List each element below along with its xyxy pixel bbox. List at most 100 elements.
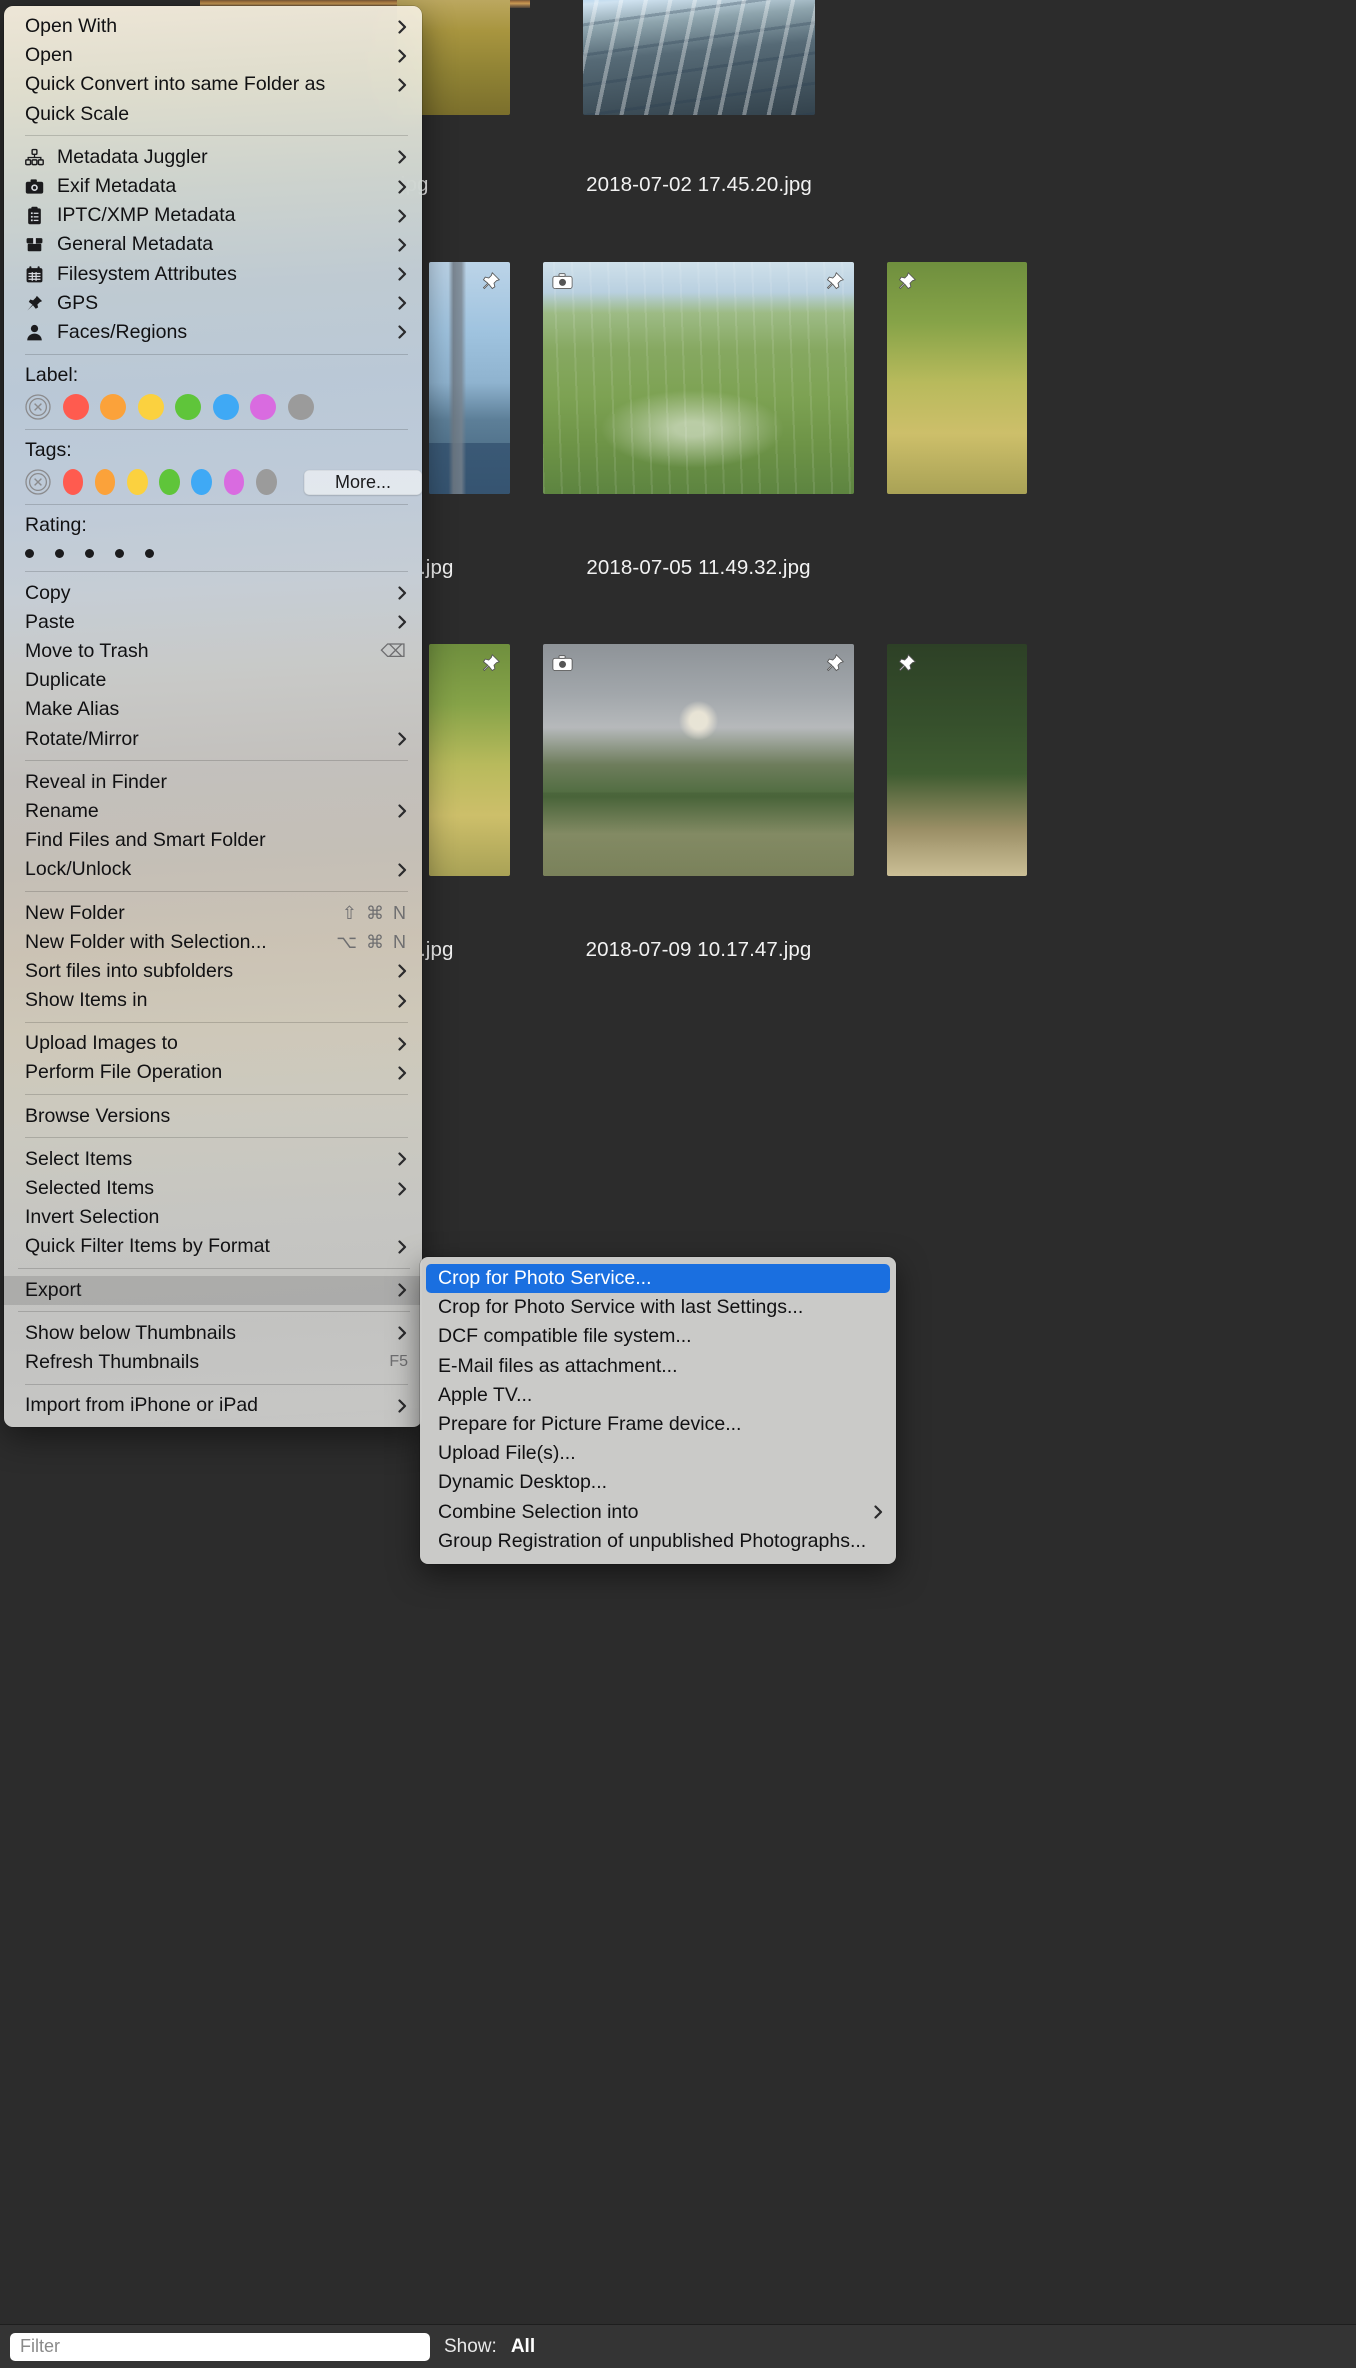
label-swatch-none[interactable] [25,394,51,420]
tags-swatch-gray[interactable] [255,469,277,496]
show-value[interactable]: All [511,2336,535,2358]
menu-item-quick-filter-items-by-format[interactable]: Quick Filter Items by Format [4,1232,422,1261]
menu-item-faces-regions[interactable]: Faces/Regions [4,318,422,347]
rating-dot-2[interactable] [55,549,64,559]
rating-dot-5[interactable] [145,549,154,559]
menu-item-upload-images-to[interactable]: Upload Images to [4,1029,422,1058]
menu-item-perform-file-operation[interactable]: Perform File Operation [4,1058,422,1087]
rating-dot-1[interactable] [25,549,34,559]
menu-item-filesystem-attributes[interactable]: Filesystem Attributes [4,260,422,289]
submenu-item-dynamic-desktop[interactable]: Dynamic Desktop... [420,1468,896,1497]
menu-item-move-to-trash[interactable]: Move to Trash ⌫ [4,637,422,666]
submenu-item-combine-selection-into[interactable]: Combine Selection into [420,1498,896,1527]
menu-item-label: Selected Items [25,1177,154,1200]
menu-item-new-folder[interactable]: New Folder ⇧ ⌘ N [4,898,422,927]
submenu-item-prepare-for-picture-frame-device[interactable]: Prepare for Picture Frame device... [420,1410,896,1439]
thumbnail-image[interactable] [429,262,510,494]
label-swatch-row[interactable] [25,394,422,421]
rating-dots[interactable] [4,549,422,559]
label-swatch-red[interactable] [62,394,89,421]
thumbnail-image[interactable] [887,644,1027,876]
rating-dot-3[interactable] [85,549,94,559]
menu-item-paste[interactable]: Paste [4,608,422,637]
menu-item-rotate-mirror[interactable]: Rotate/Mirror [4,725,422,754]
menu-item-label: Rename [25,799,99,822]
submenu-item-apple-tv[interactable]: Apple TV... [420,1381,896,1410]
photo-cell[interactable] [429,644,510,876]
menu-item-export[interactable]: Export [4,1275,422,1305]
thumbnail-image[interactable] [543,262,854,494]
tags-swatch-row[interactable]: More... [25,469,422,496]
tags-swatch-none[interactable] [25,469,51,495]
photo-cell[interactable] [543,644,854,876]
menu-item-duplicate[interactable]: Duplicate [4,666,422,695]
tags-swatch-green[interactable] [159,469,180,496]
photo-cell[interactable] [887,262,1027,494]
menu-item-invert-selection[interactable]: Invert Selection [4,1203,422,1232]
tags-swatch-orange[interactable] [94,469,116,496]
menu-item-label: Open With [25,15,118,38]
menu-item-show-items-in[interactable]: Show Items in [4,986,422,1015]
chevron-right-icon [396,803,408,819]
photo-cell[interactable] [583,0,815,115]
thumbnail-image[interactable] [887,262,1027,494]
menu-item-show-below-thumbnails[interactable]: Show below Thumbnails [4,1319,422,1348]
menu-item-iptc-xmp-metadata[interactable]: IPTC/XMP Metadata [4,201,422,230]
submenu-item-label: Combine Selection into [438,1500,639,1523]
menu-item-lock-unlock[interactable]: Lock/Unlock [4,855,422,884]
label-swatch-gray[interactable] [287,394,314,421]
tags-swatch-yellow[interactable] [126,469,148,496]
tags-section: Tags: More... [4,436,422,497]
tags-swatch-blue[interactable] [191,469,213,496]
submenu-item-crop-for-photo-service-last-settings[interactable]: Crop for Photo Service with last Setting… [420,1293,896,1322]
photo-cell[interactable] [429,262,510,494]
menu-item-general-metadata[interactable]: General Metadata [4,230,422,259]
thumbnail-image[interactable] [583,0,815,115]
menu-item-quick-scale[interactable]: Quick Scale [4,100,422,129]
submenu-item-group-registration[interactable]: Group Registration of unpublished Photog… [420,1527,896,1556]
submenu-item-upload-files[interactable]: Upload File(s)... [420,1439,896,1468]
context-menu[interactable]: Open With Open Quick Convert into same F… [4,6,422,1428]
menu-item-browse-versions[interactable]: Browse Versions [4,1102,422,1131]
photo-cell[interactable] [887,644,1027,876]
clipboard-icon [25,206,49,226]
menu-item-rename[interactable]: Rename [4,797,422,826]
menu-item-make-alias[interactable]: Make Alias [4,695,422,724]
label-swatch-green[interactable] [175,394,201,421]
pin-icon [822,269,847,294]
label-swatch-orange[interactable] [100,394,126,421]
submenu-item-email-files-as-attachment[interactable]: E-Mail files as attachment... [420,1352,896,1381]
menu-item-copy[interactable]: Copy [4,579,422,608]
menu-item-reveal-in-finder[interactable]: Reveal in Finder [4,768,422,797]
tags-more-button[interactable]: More... [304,469,422,495]
filter-input[interactable]: Filter [10,2332,430,2361]
menu-item-new-folder-with-selection[interactable]: New Folder with Selection... ⌥ ⌘ N [4,928,422,957]
submenu-item-dcf-compatible-file-system[interactable]: DCF compatible file system... [420,1322,896,1351]
chevron-right-icon [396,237,408,253]
label-swatch-purple[interactable] [250,394,276,421]
submenu-item-crop-for-photo-service[interactable]: Crop for Photo Service... [426,1264,890,1294]
label-swatch-blue[interactable] [212,394,239,421]
menu-item-sort-files-into-subfolders[interactable]: Sort files into subfolders [4,957,422,986]
menu-item-metadata-juggler[interactable]: Metadata Juggler [4,143,422,172]
label-swatch-yellow[interactable] [137,394,164,421]
menu-item-import-from-iphone-or-ipad[interactable]: Import from iPhone or iPad [4,1391,422,1420]
menu-item-find-files-smart-folder[interactable]: Find Files and Smart Folder [4,826,422,855]
chevron-right-icon [396,208,408,224]
menu-item-quick-convert[interactable]: Quick Convert into same Folder as [4,70,422,99]
tags-swatch-purple[interactable] [223,469,245,496]
menu-item-gps[interactable]: GPS [4,289,422,318]
menu-item-exif-metadata[interactable]: Exif Metadata [4,172,422,201]
tags-swatch-red[interactable] [62,469,84,496]
photo-cell[interactable] [543,262,854,494]
menu-item-select-items[interactable]: Select Items [4,1145,422,1174]
rating-dot-4[interactable] [115,549,124,559]
menu-item-refresh-thumbnails[interactable]: Refresh Thumbnails F5 [4,1348,422,1377]
menu-item-label: New Folder with Selection... [25,930,267,953]
menu-item-open[interactable]: Open [4,41,422,70]
menu-item-open-with[interactable]: Open With [4,12,422,41]
export-submenu[interactable]: Crop for Photo Service... Crop for Photo… [420,1257,896,1564]
thumbnail-image[interactable] [543,644,854,876]
thumbnail-image[interactable] [429,644,510,876]
menu-item-selected-items[interactable]: Selected Items [4,1174,422,1203]
